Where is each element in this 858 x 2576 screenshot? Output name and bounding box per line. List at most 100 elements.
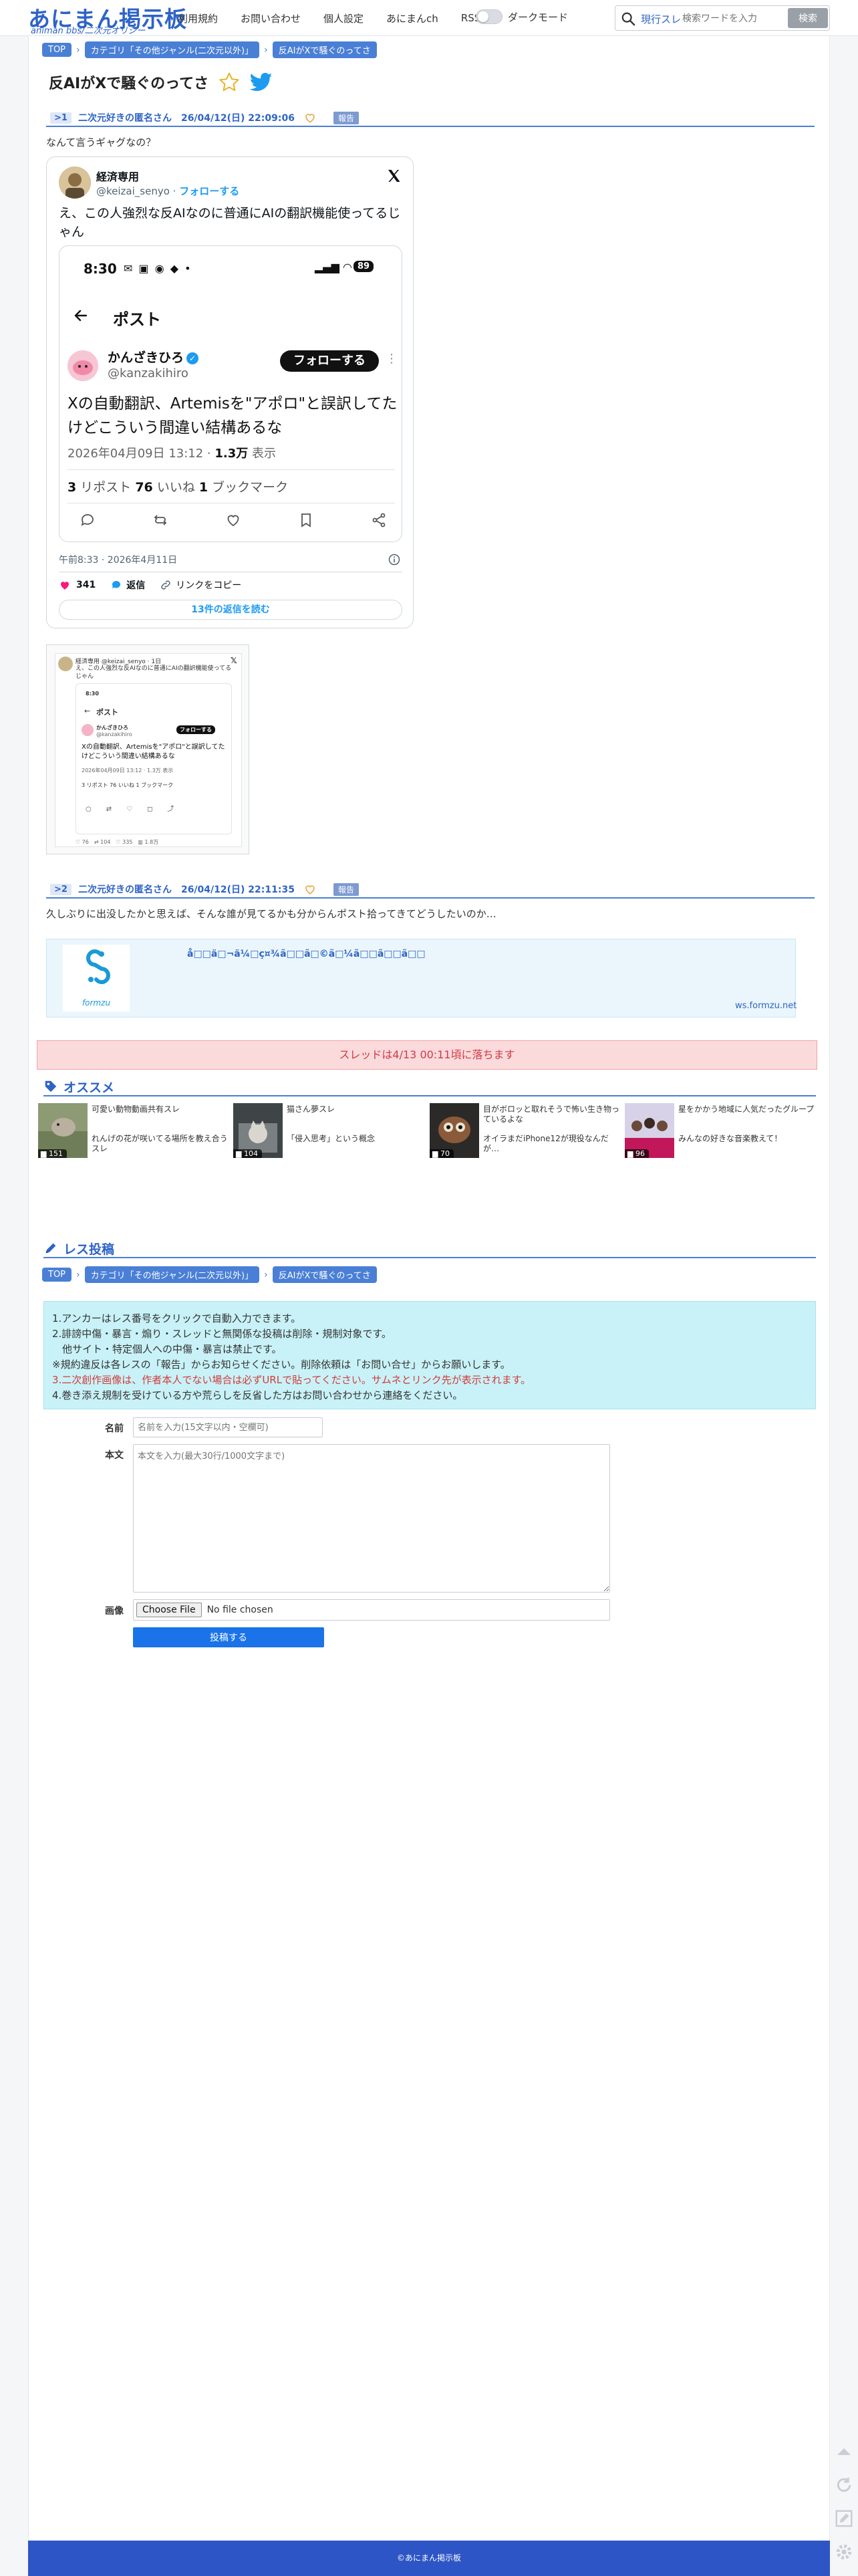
- tweet-copy-link[interactable]: リンクをコピー: [176, 578, 241, 592]
- breadcrumb-top[interactable]: TOP: [42, 1268, 72, 1282]
- pink-character-icon: [67, 350, 98, 381]
- x-logo-icon[interactable]: [386, 168, 402, 184]
- notice-line: 他サイト・特定個人への中傷・暴言は禁止です。: [52, 1343, 282, 1355]
- reload-button[interactable]: [833, 2474, 855, 2496]
- choose-file-button[interactable]: Choose File: [136, 1603, 202, 1617]
- tweet-media-screenshot[interactable]: 8:30 ✉ ▣ ◉ ◆ • ▂▄▆ ◠ 89 ポスト かんざきひろ ✓ @kan…: [59, 245, 402, 542]
- tweet-handle-text[interactable]: @keizai_senyo: [96, 185, 170, 197]
- tweet-reply-link[interactable]: 返信: [126, 578, 145, 592]
- media-bookmarks-label: ブックマーク: [208, 480, 289, 495]
- more-dots-icon: ⋮: [386, 352, 398, 366]
- heart-icon[interactable]: [304, 883, 316, 895]
- nav-contact[interactable]: お問い合わせ: [241, 11, 301, 25]
- thread-title-row: 反AIがXで騒ぐのってさ: [49, 71, 273, 94]
- media-post-text: Xの自動翻訳、Artemisを"アポロ"と誤訳してたけどこういう間違い結構あるな: [67, 395, 398, 437]
- link-preview-card[interactable]: formzu å□□ä□¬ä¼□ç¤¾ã□□ã□©ã□¼ã□□ã□□ã□□ ws…: [46, 939, 797, 1018]
- image-file-input[interactable]: Choose File No file chosen: [133, 1599, 610, 1621]
- post-number[interactable]: >1: [50, 112, 72, 124]
- submit-post-button[interactable]: 投稿する: [133, 1627, 324, 1647]
- heart-icon[interactable]: [304, 112, 316, 124]
- report-button[interactable]: 報告: [333, 111, 359, 124]
- tweet-thumbnail-image[interactable]: 経済専用 @keizai_senyo · 1日 𝕏 え、この人強烈な反AIなのに…: [46, 645, 249, 854]
- formzu-logo: formzu: [63, 945, 130, 1012]
- settings-button[interactable]: [833, 2541, 855, 2563]
- dark-mode-toggle[interactable]: ダークモード: [476, 9, 568, 24]
- info-icon[interactable]: [388, 553, 401, 566]
- tweet-like-count[interactable]: 341: [76, 580, 96, 590]
- image-label: 画像: [105, 1606, 124, 1617]
- nav-terms[interactable]: 利用規約: [178, 11, 218, 25]
- main-column: TOP › カテゴリ「その他ジャンル(二次元以外)」 › 反AIがXで騒ぐのって…: [28, 36, 830, 2576]
- report-button[interactable]: 報告: [333, 883, 359, 896]
- recommend-item-title[interactable]: れんげの花が咲いてる場所を教え合うスレ: [92, 1134, 229, 1154]
- tweet-avatar[interactable]: [59, 166, 91, 199]
- favorite-star-icon[interactable]: [218, 71, 241, 94]
- breadcrumb-category[interactable]: カテゴリ「その他ジャンル(二次元以外)」: [84, 41, 260, 58]
- breadcrumb-category[interactable]: カテゴリ「その他ジャンル(二次元以外)」: [84, 1266, 260, 1283]
- recommend-section-header: オススメ: [43, 1078, 816, 1096]
- media-follow-button: フォローする: [280, 350, 379, 372]
- thumbnail-text: え、この人強烈な反AIなのに普通にAIの翻訳機能使ってるじゃん: [76, 665, 232, 680]
- thumbnail-inner-stats: 3 リポスト 76 いいね 1 ブックマーク: [82, 782, 174, 788]
- post-author: 二次元好きの匿名さん: [78, 885, 172, 895]
- breadcrumb: TOP › カテゴリ「その他ジャンル(二次元以外)」 › 反AIがXで騒ぐのって…: [42, 41, 377, 58]
- recommend-item[interactable]: れんげの花が咲いてる場所を教え合うスレ: [38, 1103, 232, 1158]
- media-reposts: 3: [67, 480, 77, 495]
- twitter-share-icon[interactable]: [250, 72, 273, 92]
- thread-title: 反AIがXで騒ぐのってさ: [49, 76, 209, 92]
- recommend-item[interactable]: みんなの好きな音楽教えて！: [625, 1103, 819, 1158]
- media-reposts-label: リポスト: [76, 480, 136, 495]
- write-reply-button[interactable]: [833, 2507, 855, 2530]
- name-input[interactable]: [133, 1417, 323, 1437]
- recommend-item[interactable]: オイラまだiPhone12が現役なんだが…: [430, 1103, 623, 1158]
- breadcrumb-thread[interactable]: 反AIがXで騒ぐのってさ: [272, 1266, 377, 1283]
- tweet-follow-link[interactable]: フォローする: [179, 185, 239, 197]
- notice-line-warning: 3.二次創作画像は、作者本人でない場合は必ずURLで貼ってください。サムネとリン…: [52, 1374, 531, 1386]
- site-logo[interactable]: あにまん掲示板 animan bbs/二次元オリジー: [28, 1, 186, 36]
- search-button[interactable]: 検索: [788, 8, 828, 28]
- tag-icon: [45, 1080, 57, 1092]
- breadcrumb-separator: ›: [76, 44, 80, 55]
- reply-icon[interactable]: [110, 579, 122, 591]
- like-icon[interactable]: [59, 579, 71, 591]
- link-card-title[interactable]: å□□ä□¬ä¼□ç¤¾ã□□ã□©ã□¼ã□□ã□□ã□□: [187, 949, 426, 959]
- thumbnail-foot-views: 1.8万: [144, 839, 159, 845]
- post-number[interactable]: >2: [50, 883, 72, 895]
- nav-animanch[interactable]: あにまんch: [386, 11, 438, 25]
- scroll-top-button[interactable]: [833, 2440, 855, 2463]
- recommend-item-title[interactable]: オイラまだiPhone12が現役なんだが…: [483, 1134, 621, 1154]
- link-icon[interactable]: [160, 579, 172, 591]
- nav-settings[interactable]: 個人設定: [323, 11, 364, 25]
- tweet-actions: 341 返信 リンクをコピー: [59, 578, 241, 592]
- breadcrumb-thread[interactable]: 反AIがXで騒ぐのってさ: [272, 41, 377, 58]
- body-textarea[interactable]: [133, 1444, 610, 1593]
- recommend-item-title[interactable]: みんなの好きな音楽教えて！: [678, 1134, 816, 1144]
- media-status-time: 8:30: [84, 261, 117, 277]
- tweet-timestamp[interactable]: 午前8:33 · 2026年4月11日: [59, 553, 177, 566]
- recommend-item[interactable]: 「侵入思考」という概念: [233, 1103, 427, 1158]
- body-label: 本文: [105, 1450, 124, 1461]
- reply-form-header: レス投稿: [43, 1240, 816, 1258]
- toggle-switch[interactable]: [476, 9, 503, 24]
- thread-drop-notice: スレッドは4/13 00:11頃に落ちます: [37, 1040, 817, 1070]
- recommend-item-title[interactable]: 「侵入思考」という概念: [287, 1134, 424, 1144]
- tweet-read-replies-button[interactable]: 13件の返信を読む: [59, 600, 402, 620]
- formzu-logo-icon: [86, 949, 110, 984]
- name-label: 名前: [105, 1423, 124, 1434]
- thumbnail-inner-meta: 2026年04月09日 13:12 · 1.3万 表示: [82, 768, 174, 774]
- thumbnail-x-logo-icon: 𝕏: [231, 656, 237, 665]
- breadcrumb-top[interactable]: TOP: [42, 43, 72, 57]
- post-header: >1 二次元好きの匿名さん 26/04/12(日) 22:09:06 報告: [46, 110, 815, 127]
- reload-icon: [837, 2477, 851, 2492]
- link-card-domain: ws.formzu.net: [735, 1001, 797, 1011]
- dark-mode-label: ダークモード: [508, 11, 569, 23]
- tweet-author-name[interactable]: 経済専用: [96, 168, 139, 184]
- recommend-title: オススメ: [63, 1080, 115, 1095]
- search-box: 現行スレ 検索: [615, 5, 830, 31]
- media-meta-date: 2026年04月09日 13:12 ·: [67, 447, 215, 461]
- tweet-embed[interactable]: 経済専用 @keizai_senyo · フォローする え、この人強烈な反AIな…: [46, 156, 414, 628]
- search-input[interactable]: [682, 10, 782, 27]
- media-bookmarks: 1: [198, 480, 208, 495]
- search-scope-select[interactable]: 現行スレ: [641, 12, 681, 26]
- thumbnail-inner-text: Xの自動翻訳、Artemisを"アポロ"と誤訳してたけどこういう間違い結構あるな: [82, 743, 225, 760]
